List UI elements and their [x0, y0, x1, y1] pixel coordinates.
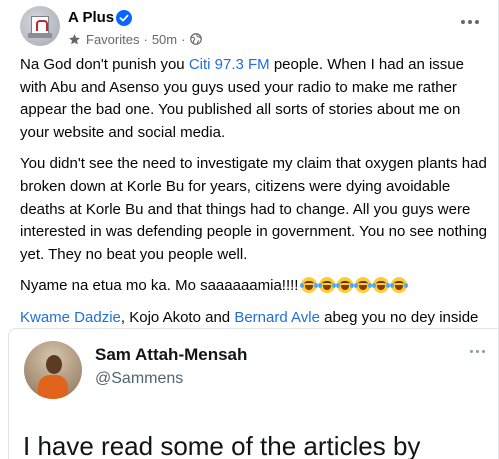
laughing-crying-emoji-icon [318, 277, 337, 294]
embed-text: I have read some of the articles by [23, 431, 421, 459]
post-header: A Plus Favorites · 50m · [0, 0, 498, 56]
more-options-icon[interactable] [452, 10, 488, 34]
paragraph-1: Na God don't punish you Citi 97.3 FM peo… [20, 56, 464, 141]
embed-avatar[interactable] [24, 341, 82, 399]
post-time[interactable]: 50m [152, 32, 177, 47]
paragraph-3: Nyame na etua mo ka. Mo saaaaaamia!!!! [20, 275, 492, 298]
author-name[interactable]: A Plus [68, 9, 114, 26]
star-icon [69, 33, 80, 44]
meta-separator: · [143, 31, 148, 47]
page-link[interactable]: Citi 97.3 FM [189, 56, 270, 73]
meta-separator: · [181, 31, 186, 47]
laughing-crying-emoji-icon [300, 277, 319, 294]
laughing-crying-emoji-icon [390, 277, 409, 294]
mention-link[interactable]: Kwame Dadzie [20, 309, 121, 326]
embed-author-name[interactable]: Sam Attah-Mensah [95, 345, 247, 365]
embed-author-handle[interactable]: @Sammens [95, 370, 183, 388]
embed-more-options-icon[interactable] [465, 345, 489, 357]
mention-link[interactable]: Bernard Avle [234, 309, 320, 326]
paragraph-2: You didn't see the need to investigate m… [20, 155, 488, 263]
post-meta: Favorites · 50m · [68, 31, 203, 47]
embedded-tweet[interactable]: Sam Attah-Mensah @Sammens I have read so… [8, 328, 498, 459]
laughing-crying-emoji-icon [354, 277, 373, 294]
audience-label[interactable]: Favorites [86, 32, 139, 47]
avatar[interactable] [20, 6, 60, 46]
verified-badge-icon [116, 10, 132, 26]
facebook-post: A Plus Favorites · 50m · Na God don't pu… [0, 0, 499, 459]
laughing-crying-emoji-icon [372, 277, 391, 294]
logo-icon [31, 16, 49, 34]
post-text: Na God don't punish you Citi 97.3 FM peo… [20, 54, 492, 361]
emoji-row [300, 277, 409, 294]
globe-icon [190, 33, 203, 45]
laughing-crying-emoji-icon [336, 277, 355, 294]
